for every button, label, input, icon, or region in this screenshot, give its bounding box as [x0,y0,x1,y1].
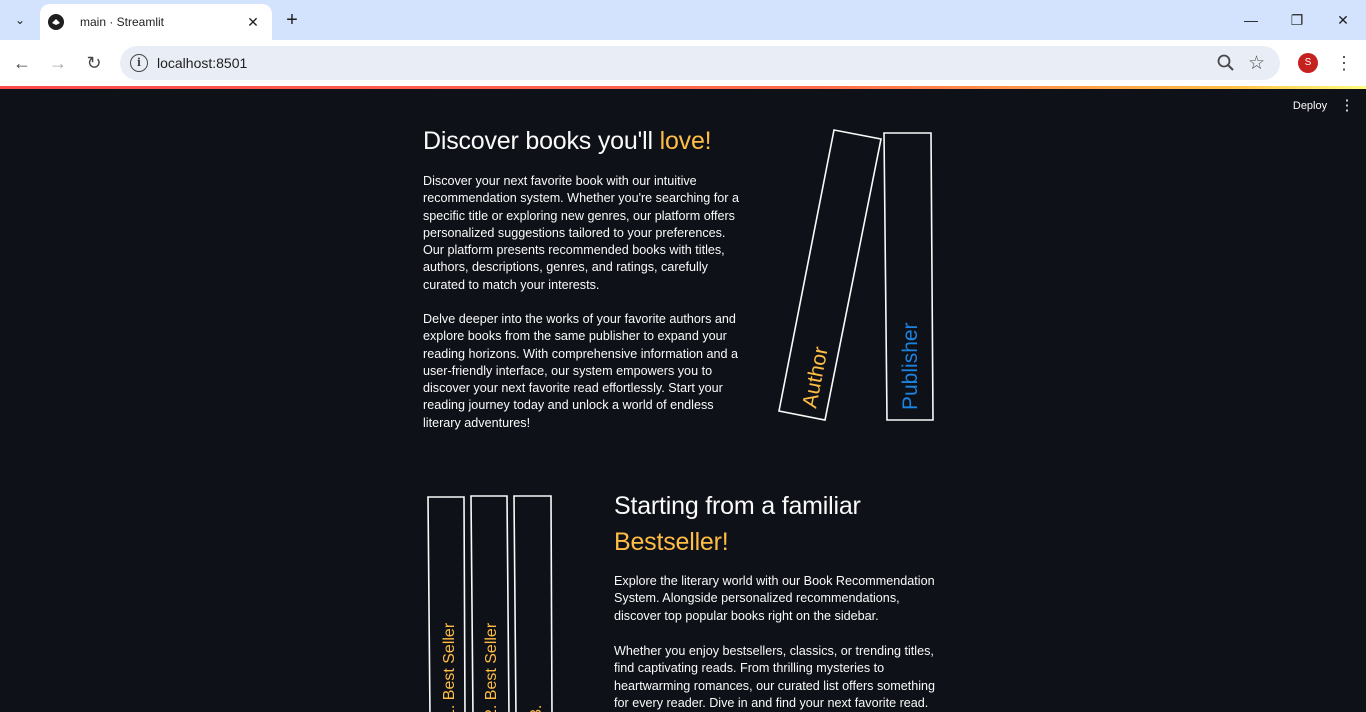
browser-menu-icon[interactable]: ⋮ [1334,51,1354,75]
section2-paragraph1: Explore the literary world with our Book… [614,574,935,623]
bestseller-book-2-label: 2. Best Seller [483,622,500,712]
section1-title: Discover books you'll love! [423,127,712,155]
url-text[interactable]: localhost:8501 [157,55,247,71]
bookmark-star-icon[interactable]: ☆ [1248,52,1265,75]
author-book [778,129,882,421]
author-publisher-books-illustration: Author Publisher [778,129,934,421]
site-info-icon[interactable]: i [130,54,148,72]
section1-paragraph1: Discover your next favorite book with ou… [423,174,739,292]
section2-paragraph2: Whether you enjoy bestsellers, classics,… [614,644,936,710]
bestseller-book-1-label: 1. Best Seller [441,622,458,712]
deploy-button[interactable]: Deploy [1284,96,1336,116]
tab-title: main · Streamlit [80,15,165,29]
bestseller-book-3 [513,495,553,712]
streamlit-decoration-bar [0,86,1366,89]
restore-icon[interactable]: ❐ [1287,10,1307,30]
browser-toolbar: ← → ↻ i localhost:8501 ☆ S ⋮ [0,40,1366,86]
section1-paragraph2: Delve deeper into the works of your favo… [423,312,739,430]
minimize-icon[interactable]: — [1241,10,1261,30]
browser-tabstrip: ⌄ main · Streamlit ✕ + — ❐ ✕ [0,0,1366,40]
forward-arrow-icon[interactable]: → [46,51,70,75]
bestseller-book-3-label: 3. [528,705,545,712]
reload-icon[interactable]: ↻ [82,51,106,75]
section2-title-line1: Starting from a familiar [614,492,861,520]
tab-search-chevron-icon[interactable]: ⌄ [6,7,34,33]
publisher-book-label: Publisher [899,322,922,410]
streamlit-favicon-icon [48,14,64,30]
profile-avatar[interactable]: S [1298,53,1318,73]
back-arrow-icon[interactable]: ← [10,51,34,75]
bestseller-books-illustration: 1. Best Seller 2. Best Seller 3. [427,495,553,712]
app-menu-icon[interactable]: ⋮ [1339,96,1355,116]
tab-close-icon[interactable]: ✕ [244,14,262,31]
browser-tab-main[interactable]: main · Streamlit ✕ [40,4,272,40]
window-close-icon[interactable]: ✕ [1333,10,1353,30]
address-bar[interactable]: i localhost:8501 ☆ [120,46,1280,80]
zoom-icon[interactable] [1216,53,1236,73]
section2-title-accent: Bestseller! [614,528,729,556]
new-tab-plus-icon[interactable]: + [282,8,302,32]
